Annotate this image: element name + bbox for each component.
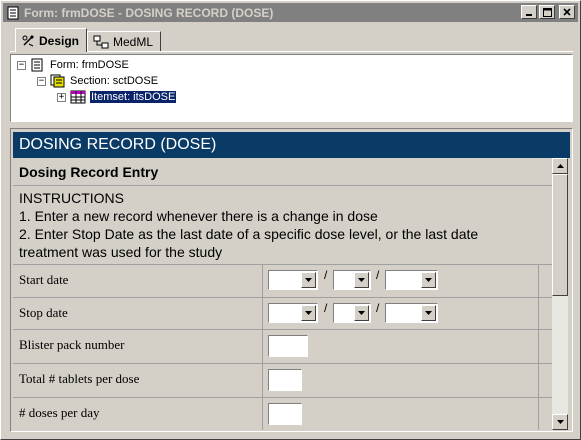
tab-medml[interactable]: MedML <box>87 31 162 52</box>
field-label: Start date <box>13 265 263 297</box>
form-icon <box>30 58 46 72</box>
instructions-line-2: 2. Enter Stop Date as the last date of a… <box>19 226 479 260</box>
field-label: Stop date <box>13 298 263 329</box>
tablets-per-dose-input[interactable] <box>268 369 302 391</box>
section-title-row: Dosing Record Entry <box>13 158 552 186</box>
dropdown-arrow-icon[interactable] <box>301 305 316 321</box>
tree-node-form[interactable]: − Form: frmDOSE <box>17 57 129 73</box>
form-header: DOSING RECORD (DOSE) <box>13 132 570 158</box>
form-window: Form: frmDOSE - DOSING RECORD (DOSE) Des… <box>0 0 581 440</box>
row-end-cell <box>538 364 552 397</box>
stop-day-select[interactable] <box>333 303 371 323</box>
stop-year-select[interactable] <box>385 303 438 323</box>
row-end-cell <box>538 298 552 329</box>
scroll-down-button[interactable] <box>552 414 568 430</box>
maximize-icon <box>542 7 552 17</box>
expand-toggle-icon[interactable]: + <box>57 92 66 102</box>
row-end-cell <box>538 330 552 363</box>
start-year-select[interactable] <box>385 270 438 290</box>
form-preview: DOSING RECORD (DOSE) Dosing Record Entry… <box>10 128 573 432</box>
field-label: Blister pack number <box>13 330 263 363</box>
instructions-line-1: 1. Enter a new record whenever there is … <box>19 208 378 224</box>
tab-design-label: Design <box>39 33 80 48</box>
tree-label-section: Section: sctDOSE <box>70 75 159 87</box>
collapse-toggle-icon[interactable]: − <box>17 60 26 70</box>
dropdown-arrow-icon[interactable] <box>301 272 316 288</box>
design-icon <box>21 34 35 48</box>
stop-date-inputs: / / <box>263 298 538 329</box>
arrow-up-icon <box>556 164 564 168</box>
table-icon <box>70 90 86 104</box>
start-month-select[interactable] <box>268 270 318 290</box>
collapse-toggle-icon[interactable]: − <box>37 76 46 86</box>
tree-node-itemset[interactable]: + Itemset: itsDOSE <box>57 89 178 105</box>
medml-icon <box>93 35 109 49</box>
title-bar[interactable]: Form: frmDOSE - DOSING RECORD (DOSE) <box>3 3 578 22</box>
start-day-select[interactable] <box>333 270 371 290</box>
tree-label-form: Form: frmDOSE <box>50 59 129 71</box>
field-label: Total # tablets per dose <box>13 364 263 397</box>
row-end-cell <box>538 398 552 430</box>
field-row-start-date: Start date / / <box>13 265 552 298</box>
field-row-blister-pack: Blister pack number <box>13 330 552 364</box>
field-label: # doses per day <box>13 398 263 430</box>
minimize-button[interactable] <box>521 5 537 19</box>
form-document-icon <box>5 5 21 21</box>
close-button[interactable] <box>559 5 575 19</box>
arrow-down-icon <box>556 420 564 424</box>
view-tabs: Design MedML <box>15 28 162 52</box>
maximize-button[interactable] <box>539 5 555 19</box>
date-separator: / <box>324 301 328 315</box>
field-row-stop-date: Stop date / / <box>13 298 552 330</box>
scroll-up-button[interactable] <box>552 158 568 174</box>
dropdown-arrow-icon[interactable] <box>421 272 436 288</box>
section-icon <box>50 74 66 88</box>
tree-label-itemset: Itemset: itsDOSE <box>88 90 178 104</box>
structure-tree[interactable]: − Form: frmDOSE − Section: sctDOSE + Ite… <box>10 54 573 122</box>
doses-per-day-input[interactable] <box>268 403 302 425</box>
start-date-inputs: / / <box>263 265 538 297</box>
scroll-thumb[interactable] <box>552 174 568 296</box>
tab-medml-label: MedML <box>113 35 154 49</box>
dropdown-arrow-icon[interactable] <box>421 305 436 321</box>
date-separator: / <box>376 301 380 315</box>
dropdown-arrow-icon[interactable] <box>354 305 369 321</box>
row-end-cell <box>538 265 552 297</box>
tree-node-section[interactable]: − Section: sctDOSE <box>37 73 158 89</box>
date-separator: / <box>324 268 328 282</box>
window-title: Form: frmDOSE - DOSING RECORD (DOSE) <box>24 5 274 20</box>
section-title: Dosing Record Entry <box>19 164 159 180</box>
close-icon <box>563 8 571 16</box>
field-row-tablets-per-dose: Total # tablets per dose <box>13 364 552 398</box>
field-row-doses-per-day: # doses per day <box>13 398 552 430</box>
instructions-block: INSTRUCTIONS 1. Enter a new record whene… <box>13 186 552 265</box>
tab-design[interactable]: Design <box>15 28 88 52</box>
dropdown-arrow-icon[interactable] <box>354 272 369 288</box>
vertical-scrollbar[interactable] <box>552 158 568 430</box>
tab-divider <box>10 51 573 52</box>
minimize-icon <box>526 14 532 16</box>
date-separator: / <box>376 268 380 282</box>
instructions-heading: INSTRUCTIONS <box>19 190 124 206</box>
blister-pack-input[interactable] <box>268 335 308 357</box>
stop-month-select[interactable] <box>268 303 318 323</box>
form-content: Dosing Record Entry INSTRUCTIONS 1. Ente… <box>13 158 552 430</box>
